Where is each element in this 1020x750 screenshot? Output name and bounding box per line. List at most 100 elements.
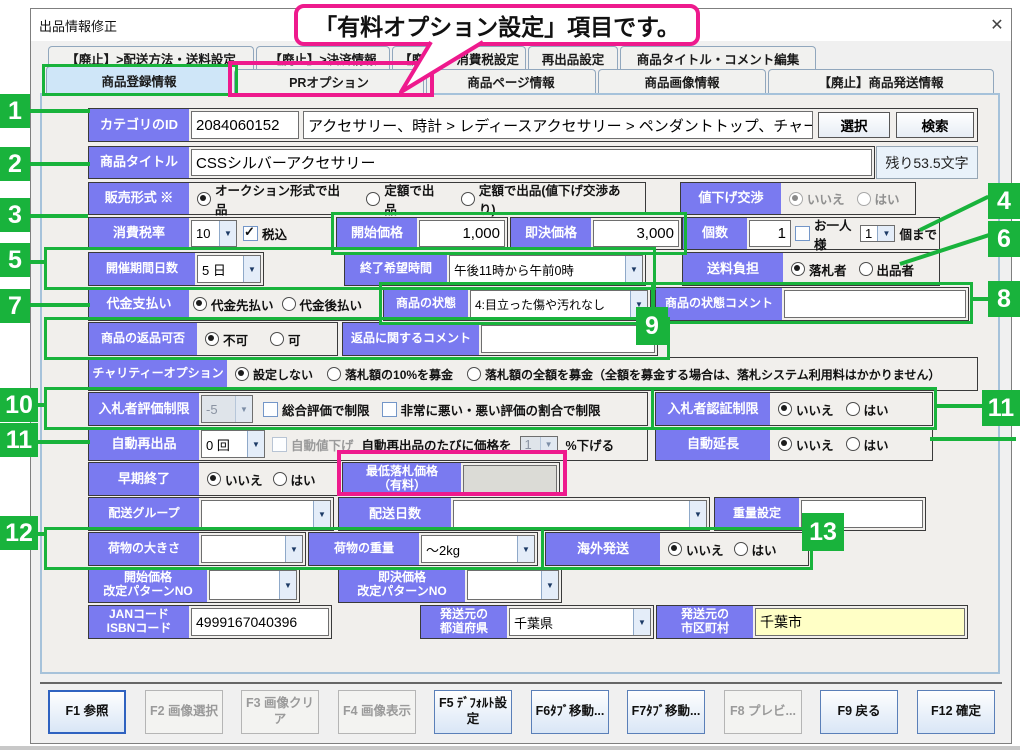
radio-return-yes[interactable]: 可 bbox=[270, 330, 301, 349]
tab-relist-settings[interactable]: 再出品設定 bbox=[528, 46, 618, 69]
radio-label: オークション形式で出品 bbox=[215, 180, 352, 218]
close-icon[interactable]: ✕ bbox=[986, 14, 1008, 36]
checkbox-bad-rating-ratio-limit[interactable]: 非常に悪い・悪い評価の割合で制限 bbox=[382, 400, 601, 419]
radio-nego-yes[interactable]: はい bbox=[857, 189, 900, 208]
sales-format-label: 販売形式 ※ bbox=[89, 183, 189, 214]
jan-code-input[interactable]: 4999167040396 bbox=[191, 608, 329, 636]
shipping-days-select[interactable] bbox=[453, 500, 707, 528]
shipping-group-row: 配送グループ bbox=[88, 497, 334, 531]
connector-line-7 bbox=[30, 303, 90, 307]
marker-2: 2 bbox=[0, 147, 30, 181]
f4-image-show-button: F4 画像表示 bbox=[338, 690, 416, 734]
return-comment-input[interactable] bbox=[481, 325, 655, 353]
f12-confirm-button[interactable]: F12 確定 bbox=[917, 690, 995, 734]
radio-auction-format[interactable]: オークション形式で出品 bbox=[197, 180, 352, 218]
min-winning-price-input[interactable] bbox=[463, 465, 557, 493]
radio-ext-yes[interactable]: はい bbox=[846, 435, 889, 454]
tab-product-registration[interactable]: 商品登録情報 bbox=[46, 66, 232, 93]
checkbox-auto-discount[interactable]: 自動値下げ bbox=[272, 435, 354, 454]
condition-comment-input[interactable] bbox=[784, 290, 966, 318]
quantity-input[interactable]: 1 bbox=[749, 220, 791, 247]
per-person-count-select[interactable]: 1 bbox=[860, 225, 896, 242]
bid-rating-limit-row: 入札者評価制限 -5 総合評価で制限 非常に悪い・悪い評価の割合で制限 bbox=[88, 392, 648, 426]
radio-charity-none[interactable]: 設定しない bbox=[235, 366, 313, 383]
package-size-select[interactable] bbox=[201, 535, 303, 563]
auto-relist-count-select[interactable]: 0 回 bbox=[201, 430, 265, 458]
connector-line-8 bbox=[971, 297, 989, 301]
radio-fixed-price-nego[interactable]: 定額で出品(値下げ交渉あり) bbox=[461, 180, 637, 218]
radio-ext-no[interactable]: いいえ bbox=[778, 435, 834, 454]
jan-code-label: JANコードISBNコード bbox=[89, 606, 189, 638]
shipping-fee-label: 送料負担 bbox=[683, 253, 783, 285]
checkbox-overall-rating-limit[interactable]: 総合評価で制限 bbox=[263, 400, 370, 419]
marker-12: 12 bbox=[0, 516, 38, 550]
f7-tab-move-button[interactable]: F7ﾀﾌﾞ移動... bbox=[627, 690, 705, 734]
product-title-input[interactable]: CSSシルバーアクセサリー bbox=[191, 149, 872, 176]
package-weight-select[interactable]: ～2kg bbox=[421, 535, 535, 563]
tab-title-comment-edit[interactable]: 商品タイトル・コメント編集 bbox=[620, 46, 816, 69]
buyout-price-input[interactable]: 3,000 bbox=[593, 220, 679, 247]
category-path-display: アクセサリー、時計 > レディースアクセサリー > ペンダントトップ、チャーム … bbox=[303, 111, 813, 139]
separator-line bbox=[40, 682, 1002, 684]
duration-select[interactable]: 5 日 bbox=[197, 255, 261, 283]
radio-overseas-no[interactable]: いいえ bbox=[668, 540, 724, 559]
radio-dot bbox=[235, 367, 249, 381]
shipping-days-label: 配送日数 bbox=[339, 498, 451, 530]
label-line1: 即決価格 bbox=[378, 571, 426, 585]
selected-value: 1 bbox=[521, 437, 532, 452]
radio-charity-10pct[interactable]: 落札額の10%を募金 bbox=[327, 366, 453, 383]
radio-pay-after[interactable]: 代金後払い bbox=[282, 295, 363, 314]
tab-product-image-info[interactable]: 商品画像情報 bbox=[598, 69, 766, 93]
package-size-label: 荷物の大きさ bbox=[89, 533, 199, 565]
radio-dot bbox=[366, 192, 380, 206]
radio-nego-no[interactable]: いいえ bbox=[789, 189, 845, 208]
tab-haishi-product-shipping[interactable]: 【廃止】商品発送情報 bbox=[768, 69, 994, 93]
radio-early-yes[interactable]: はい bbox=[273, 470, 316, 489]
ship-from-pref-select[interactable]: 千葉県 bbox=[509, 608, 651, 636]
connector-line-11c bbox=[36, 440, 90, 444]
buyout-price-pattern-select[interactable] bbox=[467, 570, 559, 600]
relist-discount-pct-select[interactable]: 1 bbox=[520, 436, 558, 453]
connector-line-3 bbox=[30, 214, 88, 218]
checkbox-label: 非常に悪い・悪い評価の割合で制限 bbox=[401, 400, 601, 419]
end-time-select[interactable]: 午後11時から午前0時 bbox=[449, 255, 643, 283]
checkbox-per-person[interactable]: お一人様 bbox=[795, 215, 856, 253]
radio-fee-winner[interactable]: 落札者 bbox=[791, 260, 847, 279]
checkbox-tax-included[interactable]: 税込 bbox=[243, 224, 287, 243]
radio-overseas-yes[interactable]: はい bbox=[734, 540, 777, 559]
tax-rate-select[interactable]: 10 bbox=[191, 220, 237, 247]
category-select-button[interactable]: 選択 bbox=[818, 112, 890, 138]
f5-default-settings-button[interactable]: F5 ﾃﾞﾌｫﾙﾄ設定 bbox=[434, 690, 512, 734]
returns-row: 商品の返品可否 不可 可 bbox=[88, 322, 338, 356]
checkbox-box bbox=[263, 402, 278, 417]
ship-from-city-input[interactable]: 千葉市 bbox=[755, 608, 965, 636]
marker-8: 8 bbox=[988, 281, 1020, 317]
radio-early-no[interactable]: いいえ bbox=[207, 470, 263, 489]
radio-pay-before[interactable]: 代金先払い bbox=[193, 295, 274, 314]
category-id-input[interactable]: 2084060152 bbox=[191, 111, 299, 139]
shipping-group-select[interactable] bbox=[201, 500, 331, 528]
f6-tab-move-button[interactable]: F6ﾀﾌﾞ移動... bbox=[531, 690, 609, 734]
radio-charity-all[interactable]: 落札額の全額を募金（全額を募金する場合は、落札システム利用料はかかりません） bbox=[467, 366, 940, 383]
dropdown-arrow-icon bbox=[877, 226, 894, 241]
relist-discount-text: 自動再出品のたびに価格を bbox=[362, 435, 512, 454]
sales-format-row: 販売形式 ※ オークション形式で出品 定額で出品 定額で出品(値下げ交渉あり) bbox=[88, 182, 646, 215]
tab-haishi-payment[interactable]: 【廃止】>決済情報 bbox=[256, 46, 390, 69]
radio-dot bbox=[846, 402, 860, 416]
radio-fixed-price[interactable]: 定額で出品 bbox=[366, 180, 446, 218]
category-search-button[interactable]: 検索 bbox=[896, 112, 974, 138]
start-price-input[interactable]: 1,000 bbox=[419, 220, 505, 247]
start-price-pattern-select[interactable] bbox=[209, 570, 297, 600]
condition-select[interactable]: 4:目立った傷や汚れなし bbox=[470, 290, 648, 318]
dropdown-arrow-icon bbox=[517, 536, 534, 562]
charity-row: チャリティーオプション 設定しない 落札額の10%を募金 落札額の全額を募金（全… bbox=[88, 357, 978, 391]
f1-browse-button[interactable]: F1 参照 bbox=[48, 690, 126, 734]
rating-threshold-select[interactable]: -5 bbox=[201, 395, 253, 423]
radio-dot bbox=[205, 332, 219, 346]
label-line2: ISBNコード bbox=[107, 622, 172, 636]
radio-auth-no[interactable]: いいえ bbox=[778, 400, 834, 419]
radio-return-no[interactable]: 不可 bbox=[205, 330, 248, 349]
f9-back-button[interactable]: F9 戻る bbox=[820, 690, 898, 734]
radio-auth-yes[interactable]: はい bbox=[846, 400, 889, 419]
selected-value: ～2kg bbox=[422, 540, 460, 559]
